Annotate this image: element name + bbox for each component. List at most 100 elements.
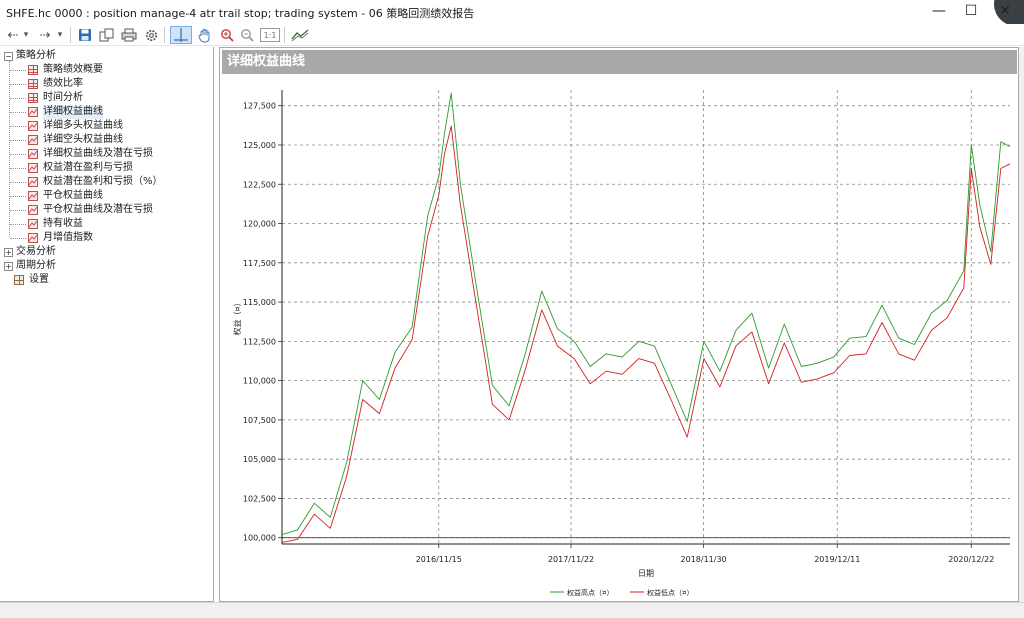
y-tick-label: 112,500 — [243, 337, 276, 346]
tree-guide-line — [10, 98, 26, 99]
y-tick-label: 100,000 — [243, 534, 276, 543]
crosshair-icon[interactable] — [170, 26, 192, 44]
tree-guide-line — [10, 140, 26, 141]
tree-root-strategy-analysis[interactable]: − 策略分析 — [4, 49, 56, 63]
tree-guide-line — [10, 224, 26, 225]
line-chart-report-icon — [28, 149, 38, 159]
y-tick-label: 120,000 — [243, 220, 276, 229]
printer-icon[interactable] — [120, 26, 138, 44]
tree-item-label: 平仓权益曲线 — [43, 190, 103, 201]
hand-icon[interactable] — [196, 26, 214, 44]
equity-curve-chart: 100,000 102,500 105,000 107,500 110,000 112,5… — [232, 90, 1011, 597]
table-report-icon — [28, 79, 38, 89]
x-tick-label: 2019/12/11 — [814, 555, 860, 564]
chart-panel: 详细权益曲线 100,000 102,500 105,000 107,500 110,0… — [219, 47, 1019, 602]
tree-item-label: 详细空头权益曲线 — [43, 134, 123, 145]
gear-icon[interactable] — [142, 26, 160, 44]
maximize-button[interactable]: ☐ — [954, 0, 988, 22]
tree-item[interactable]: 详细多头权益曲线 — [28, 119, 123, 133]
tree-item-label: 详细权益曲线 — [43, 105, 103, 119]
y-tick-label: 105,000 — [243, 455, 276, 464]
tree-item-label: 平仓权益曲线及潜在亏损 — [43, 204, 153, 215]
toolbar: ⇠ ▾ ⇢ ▾ 1:1 — [0, 24, 1024, 46]
tree-root-label: 策略分析 — [16, 50, 56, 61]
tree-settings-label: 设置 — [29, 274, 49, 285]
zoom-in-icon[interactable] — [218, 26, 236, 44]
tree-group[interactable]: + 周期分析 — [4, 259, 56, 273]
tree-item-label: 权益潜在盈利和亏损（%） — [43, 176, 163, 187]
x-tick-label: 2017/11/22 — [548, 555, 594, 564]
tree-item[interactable]: 详细权益曲线及潜在亏损 — [28, 147, 153, 161]
tree-item[interactable]: 月增值指数 — [28, 231, 93, 245]
minimize-button[interactable]: — — [922, 0, 956, 22]
tree-guide-line — [10, 84, 26, 85]
title-bar: SHFE.hc 0000 : position manage-4 atr tra… — [0, 0, 1024, 26]
line-chart-report-icon — [28, 107, 38, 117]
collapse-icon[interactable]: − — [4, 51, 13, 61]
tree-item[interactable]: 绩效比率 — [28, 77, 83, 91]
window-title: SHFE.hc 0000 : position manage-4 atr tra… — [6, 7, 475, 20]
expand-icon[interactable]: + — [4, 261, 13, 271]
copy-icon[interactable] — [98, 26, 116, 44]
zoom-out-icon[interactable] — [238, 26, 256, 44]
tree-item-label: 详细多头权益曲线 — [43, 120, 123, 131]
tree-group-label: 交易分析 — [16, 246, 56, 257]
y-tick-label: 117,500 — [243, 259, 276, 268]
tree-guide-line — [10, 196, 26, 197]
tree-item-label: 策略绩效概要 — [43, 64, 103, 75]
tree-item[interactable]: 权益潜在盈利和亏损（%） — [28, 175, 163, 189]
table-report-icon — [28, 65, 38, 75]
expand-icon[interactable]: + — [4, 247, 13, 257]
tree-item[interactable]: 权益潜在盈利与亏损 — [28, 161, 133, 175]
tree-item-label: 绩效比率 — [43, 78, 83, 89]
tree-item[interactable]: 详细权益曲线 — [28, 105, 103, 119]
y-tick-label: 107,500 — [243, 416, 276, 425]
tree-item-label: 月增值指数 — [43, 232, 93, 243]
tree-guide-line — [10, 168, 26, 169]
line-chart-report-icon — [28, 219, 38, 229]
tree-guide-line — [10, 182, 26, 183]
tree-item[interactable]: 时间分析 — [28, 91, 83, 105]
line-chart-report-icon — [28, 163, 38, 173]
fit-button[interactable]: 1:1 — [260, 28, 280, 42]
tree-item[interactable]: 策略绩效概要 — [28, 63, 103, 77]
tree-guide-line — [10, 154, 26, 155]
y-tick-label: 125,000 — [243, 141, 276, 150]
legend-label: 权益高点（¤） — [567, 588, 613, 597]
y-axis-title: 权益（¤） — [232, 298, 242, 335]
status-bar — [0, 602, 1024, 618]
navigation-tree: − 策略分析 策略绩效概要 绩效比率 时间分析 详细权益曲线 详细多头权益曲线 详细空头权益曲… — [0, 47, 214, 602]
line-chart-report-icon — [28, 191, 38, 201]
close-button[interactable]: ✕ — [988, 0, 1022, 22]
forward-dropdown[interactable]: ▾ — [54, 26, 66, 44]
tree-guide-line — [10, 126, 26, 127]
tree-item[interactable]: 详细空头权益曲线 — [28, 133, 123, 147]
tree-guide-line — [10, 112, 26, 113]
x-tick-label: 2016/11/15 — [416, 555, 462, 564]
tree-group-label: 周期分析 — [16, 260, 56, 271]
tree-item-label: 持有收益 — [43, 218, 83, 229]
toolbar-separator — [284, 27, 285, 43]
tree-item[interactable]: 持有收益 — [28, 217, 83, 231]
y-tick-label: 110,000 — [243, 377, 276, 386]
y-tick-label: 127,500 — [243, 102, 276, 111]
tree-group[interactable]: + 交易分析 — [4, 245, 56, 259]
toolbar-separator — [164, 27, 165, 43]
line-chart-report-icon — [28, 135, 38, 145]
series-line-equity-high — [281, 92, 1011, 536]
floppy-disk-icon[interactable] — [76, 26, 94, 44]
x-tick-label: 2018/11/30 — [681, 555, 727, 564]
tree-item-label: 详细权益曲线及潜在亏损 — [43, 148, 153, 159]
forward-button[interactable]: ⇢ — [36, 26, 54, 44]
tree-item-settings[interactable]: 设置 — [14, 273, 49, 287]
tree-item[interactable]: 平仓权益曲线及潜在亏损 — [28, 203, 153, 217]
tree-item[interactable]: 平仓权益曲线 — [28, 189, 103, 203]
tree-item-label: 权益潜在盈利与亏损 — [43, 162, 133, 173]
line-chart-report-icon — [28, 177, 38, 187]
back-dropdown[interactable]: ▾ — [20, 26, 32, 44]
settings-grid-icon — [14, 275, 24, 285]
series-line-equity-low — [281, 125, 1011, 543]
chart-style-icon[interactable] — [290, 26, 310, 44]
tree-guide-line — [10, 238, 26, 239]
x-axis-title: 日期 — [638, 569, 654, 578]
